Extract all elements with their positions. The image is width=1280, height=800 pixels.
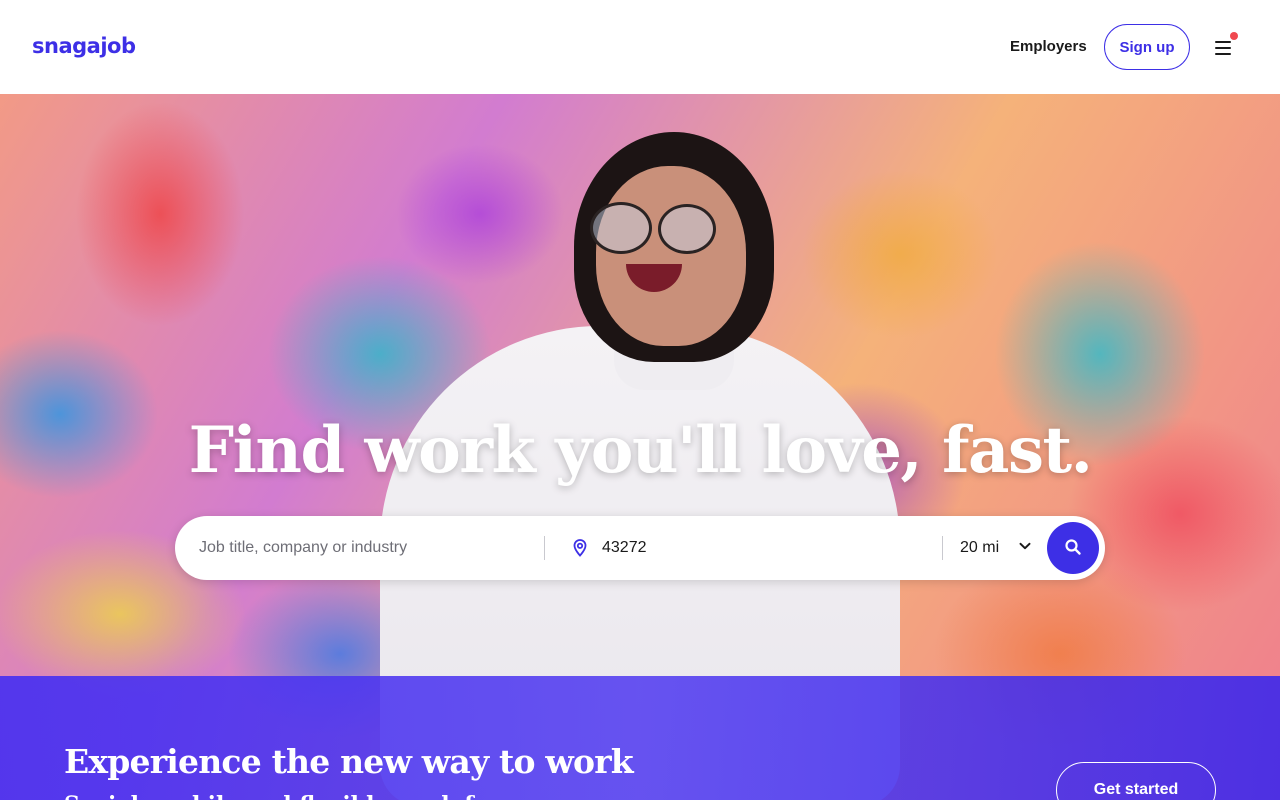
job-search-bar: 20 mi	[175, 516, 1105, 580]
magnifier-icon	[1064, 538, 1082, 559]
glasses-lens-left	[590, 202, 652, 254]
notification-dot	[1230, 32, 1238, 40]
person-face	[596, 166, 746, 346]
promo-title: Experience the new way to work	[64, 742, 634, 781]
search-divider	[942, 536, 943, 560]
chevron-down-icon	[1018, 539, 1032, 558]
radius-select[interactable]: 20 mi	[960, 534, 1032, 562]
snagajob-logo[interactable]: snagajob	[32, 31, 136, 61]
location-input[interactable]	[602, 534, 922, 562]
menu-bar	[1215, 53, 1231, 55]
map-pin-icon	[570, 538, 590, 558]
promo-subtitle: Social, mobile and flexible work for eve…	[64, 790, 617, 800]
menu-bar	[1215, 41, 1231, 43]
menu-bar	[1215, 47, 1231, 49]
search-button[interactable]	[1047, 522, 1099, 574]
hamburger-menu-icon[interactable]	[1212, 32, 1238, 60]
sign-up-button[interactable]: Sign up	[1104, 24, 1190, 70]
radius-value: 20 mi	[960, 539, 1000, 556]
get-started-button[interactable]: Get started	[1056, 762, 1216, 800]
site-header: snagajob Employers Sign up	[0, 0, 1280, 94]
glasses-lens-right	[658, 204, 716, 254]
hero-headline: Find work you'll love, fast.	[188, 413, 1093, 488]
search-divider	[544, 536, 545, 560]
promo-banner: Experience the new way to work Social, m…	[0, 676, 1280, 800]
job-keyword-input[interactable]	[199, 534, 539, 562]
employers-link[interactable]: Employers	[1010, 36, 1087, 58]
